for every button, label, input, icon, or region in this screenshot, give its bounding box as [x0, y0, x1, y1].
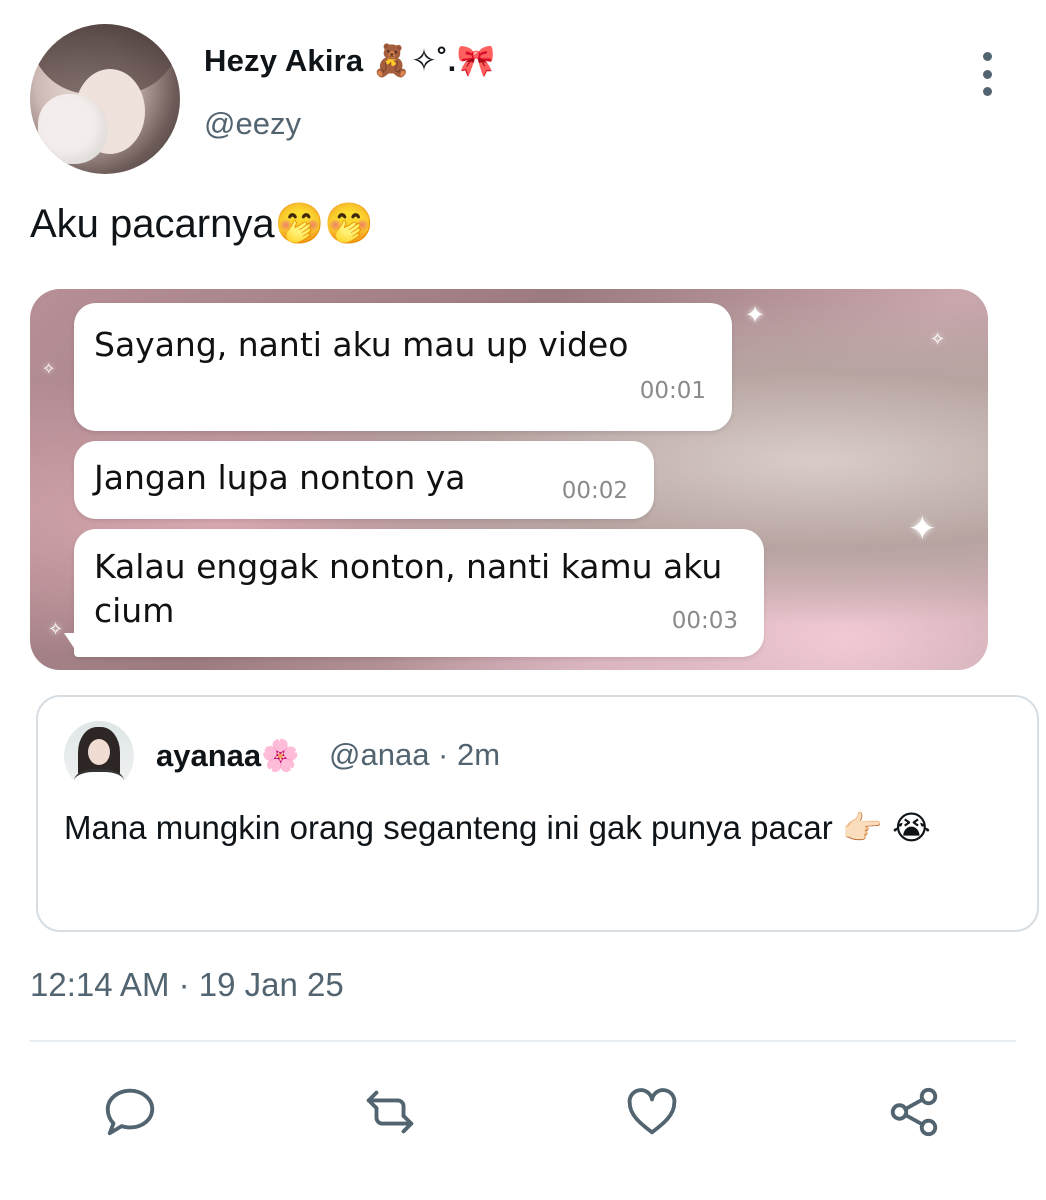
tweet-media[interactable]: ✦ ✦ ✧ ✧ ✧ Sayang, nanti aku mau up video…: [30, 289, 988, 670]
author-display-name[interactable]: Hezy Akira 🧸✧˚.🎀: [204, 42, 495, 79]
reply-icon: [105, 1088, 155, 1136]
tweet-text: Aku pacarnya🤭🤭: [30, 202, 375, 246]
like-button[interactable]: [622, 1082, 682, 1142]
share-button[interactable]: [884, 1082, 944, 1142]
quoted-display-name: ayanaa🌸: [156, 738, 300, 773]
more-vertical-icon: [982, 52, 992, 61]
retweet-icon: [366, 1090, 414, 1134]
quoted-text: Mana mungkin orang seganteng ini gak pun…: [64, 809, 931, 846]
tweet-timestamp[interactable]: 12:14 AM · 19 Jan 25: [30, 966, 344, 1004]
chat-time: 00:01: [639, 378, 706, 404]
quoted-avatar[interactable]: [64, 721, 134, 791]
chat-time: 00:03: [671, 608, 738, 634]
chat-bubble: Jangan lupa nonton ya 00:02: [74, 441, 654, 519]
chat-bubble: Sayang, nanti aku mau up video 00:01: [74, 303, 732, 431]
chat-message: Kalau enggak nonton, nanti kamu aku cium: [94, 547, 723, 630]
quoted-handle-time: @anaa · 2m: [329, 737, 501, 772]
chat-time: 00:02: [561, 478, 628, 504]
reply-button[interactable]: [100, 1082, 160, 1142]
author-handle[interactable]: @eezy: [204, 106, 301, 142]
heart-icon: [627, 1088, 677, 1135]
chat-message: Sayang, nanti aku mau up video: [94, 325, 629, 364]
share-icon: [890, 1087, 938, 1137]
chat-bubble: Kalau enggak nonton, nanti kamu aku cium…: [74, 529, 764, 657]
more-options-button[interactable]: [972, 52, 1002, 96]
retweet-button[interactable]: [360, 1082, 420, 1142]
divider: [30, 1040, 1016, 1042]
author-avatar[interactable]: [30, 24, 180, 174]
chat-bubble-tail: [64, 633, 80, 657]
quoted-tweet[interactable]: ayanaa🌸 @anaa · 2m Mana mungkin orang se…: [36, 695, 1039, 932]
chat-message: Jangan lupa nonton ya: [94, 458, 466, 497]
